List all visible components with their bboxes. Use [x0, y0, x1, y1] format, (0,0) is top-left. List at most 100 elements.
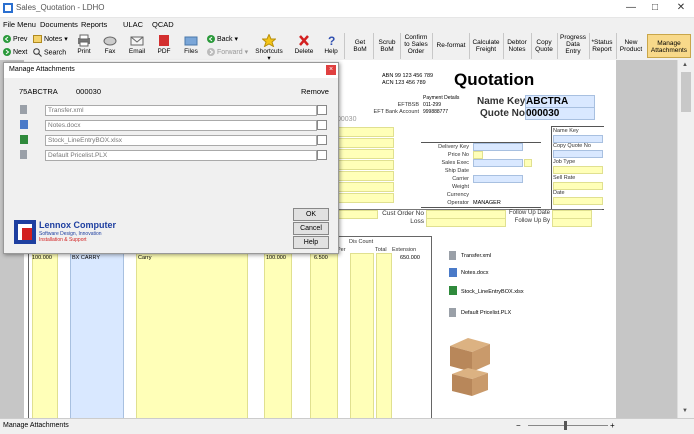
remove-checkbox-stock[interactable]: [317, 135, 327, 145]
attachment-link-pricelist[interactable]: Default Pricelist.PLX: [461, 310, 511, 316]
address-field-4[interactable]: [336, 160, 394, 170]
qty2-column[interactable]: [264, 253, 292, 419]
attachment-field-transfer[interactable]: Transfer.xml: [45, 105, 317, 116]
logo-tagline-2: Installation & Support: [39, 237, 87, 243]
scrub-bom-button[interactable]: Scrub BoM: [376, 39, 398, 53]
confirm-to-sales-order-button[interactable]: Confirm to Sales Order: [402, 34, 430, 55]
abn-text: ABN 99 123 456 789: [382, 73, 434, 79]
discount-column[interactable]: [350, 253, 374, 419]
word-doc-icon: [449, 268, 457, 277]
remove-checkbox-pricelist[interactable]: [317, 150, 327, 160]
status-report-button[interactable]: *Status Report: [590, 39, 614, 53]
confirm-line1: Confirm: [404, 34, 428, 41]
shortcuts-button[interactable]: Shortcuts ▾: [253, 34, 285, 62]
dialog-help-button[interactable]: Help: [293, 236, 329, 249]
help-button[interactable]: ? Help: [322, 34, 340, 55]
next-button[interactable]: Next: [3, 48, 27, 56]
notes-button[interactable]: Notes ▾: [33, 35, 68, 44]
confirm-line2: to Sales: [404, 41, 428, 48]
notes-icon: [33, 35, 42, 44]
attachment-link-stock[interactable]: Stock_LineEntryBOX.xlsx: [461, 289, 524, 295]
carrier-field[interactable]: [473, 175, 523, 183]
email-label: Email: [128, 48, 146, 55]
delivery-key-field[interactable]: [473, 143, 523, 151]
address-field-3[interactable]: [336, 149, 394, 159]
debtor-notes-line2: Notes: [508, 46, 526, 53]
progress-data-entry-button[interactable]: Progress Data Entry: [559, 34, 587, 55]
copy-quote-no-field[interactable]: [553, 150, 603, 158]
job-type-label: Job Type: [553, 159, 576, 165]
ok-button[interactable]: OK: [293, 208, 329, 221]
vertical-scrollbar[interactable]: ▲ ▼: [677, 60, 694, 418]
zoom-slider-track[interactable]: [528, 425, 608, 426]
zoom-minus-label: −: [516, 421, 521, 430]
date-field[interactable]: [553, 197, 603, 205]
new-product-button[interactable]: New Product: [618, 39, 644, 53]
reformat-button[interactable]: Re-format: [434, 42, 468, 49]
attachment-field-stock[interactable]: Stock_LineEntryBOX.xlsx: [45, 135, 317, 146]
prev-button[interactable]: Prev: [3, 35, 27, 43]
files-button[interactable]: Files: [181, 34, 201, 55]
scroll-thumb[interactable]: [681, 72, 691, 112]
right-name-key-field[interactable]: [553, 135, 603, 143]
acn-text: ACN 123 456 789: [382, 80, 426, 86]
copy-quote-button[interactable]: Copy Quote: [533, 39, 555, 53]
follow-up-by-field[interactable]: [552, 218, 592, 227]
calculate-freight-button[interactable]: Calculate Freight: [471, 39, 501, 53]
fax-button[interactable]: Fax: [101, 34, 119, 55]
forward-label: Forward: [216, 49, 243, 56]
attachment-link-notes[interactable]: Notes.docx: [461, 270, 489, 276]
price-column[interactable]: [310, 253, 338, 419]
remove-checkbox-transfer[interactable]: [317, 105, 327, 115]
email-button[interactable]: Email: [126, 34, 148, 55]
close-button[interactable]: ✕: [670, 1, 692, 15]
zoom-slider-thumb[interactable]: [564, 421, 567, 430]
quote-no-field[interactable]: 000030: [525, 107, 595, 120]
qty-column[interactable]: [32, 253, 58, 419]
menu-documents[interactable]: Documents: [40, 20, 78, 29]
attachment-field-pricelist[interactable]: Default Pricelist.PLX: [45, 150, 317, 161]
cancel-button[interactable]: Cancel: [293, 222, 329, 235]
operator-value: MANAGER: [473, 200, 501, 206]
forward-button[interactable]: Forward ▾: [207, 48, 248, 57]
excel-icon: [449, 286, 457, 295]
code-column[interactable]: [70, 253, 124, 419]
search-button[interactable]: Search: [33, 48, 66, 57]
total-column[interactable]: [376, 253, 392, 419]
zoom-in-icon[interactable]: +: [610, 421, 615, 430]
sales-exec-flag[interactable]: [524, 159, 532, 167]
delete-button[interactable]: Delete: [293, 34, 315, 55]
menu-qcad[interactable]: QCAD: [152, 20, 174, 29]
job-type-field[interactable]: [553, 166, 603, 174]
printer-icon: [78, 34, 90, 47]
scroll-down-icon[interactable]: ▼: [682, 408, 688, 414]
zoom-out-icon[interactable]: −: [516, 421, 521, 430]
debtor-notes-button[interactable]: Debtor Notes: [505, 39, 529, 53]
address-field-2[interactable]: [336, 138, 394, 148]
maximize-button[interactable]: □: [644, 1, 666, 15]
manage-attachments-button[interactable]: Manage Attachments: [647, 34, 691, 58]
address-field-6[interactable]: [336, 182, 394, 192]
print-button[interactable]: Print: [75, 34, 93, 55]
dialog-close-icon[interactable]: ×: [326, 65, 336, 75]
back-button[interactable]: Back ▾: [207, 35, 238, 44]
minimize-button[interactable]: —: [620, 1, 642, 15]
menu-file[interactable]: File Menu: [3, 20, 36, 29]
confirm-line3: Order: [407, 48, 425, 55]
pdf-button[interactable]: PDF: [155, 34, 173, 55]
remove-checkbox-notes[interactable]: [317, 120, 327, 130]
scroll-up-icon[interactable]: ▲: [682, 62, 688, 68]
price-no-field[interactable]: [473, 151, 483, 159]
sales-exec-field[interactable]: [473, 159, 523, 167]
address-field-7[interactable]: [336, 193, 394, 203]
attachment-link-transfer[interactable]: Transfer.xml: [461, 253, 491, 259]
sell-rate-field[interactable]: [553, 182, 603, 190]
address-field-5[interactable]: [336, 171, 394, 181]
address-field-1[interactable]: [336, 127, 394, 137]
menu-ulac[interactable]: ULAC: [123, 20, 143, 29]
get-bom-button[interactable]: Get BoM: [349, 39, 371, 53]
attachment-field-notes[interactable]: Notes.docx: [45, 120, 317, 131]
loss-field[interactable]: [426, 218, 506, 227]
menu-reports[interactable]: Reports: [81, 20, 107, 29]
description-column[interactable]: [136, 253, 248, 419]
